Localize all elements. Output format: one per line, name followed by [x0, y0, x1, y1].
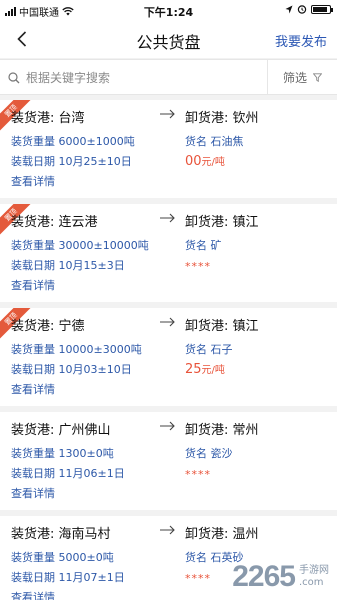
view-detail-link[interactable]: 查看详情 [11, 173, 55, 189]
cargo-list: 置顶 装货港: 台湾 卸货港: 钦州 装货重量 6000±1000吨 装载日期 … [0, 100, 337, 600]
status-bar: 中国联通 下午1:24 [0, 0, 337, 20]
view-detail-link[interactable]: 查看详情 [11, 277, 55, 293]
price-value: 00 [185, 154, 202, 169]
loading-date: 装载日期 10月25±10日 [11, 155, 132, 168]
navigation-bar: 公共货盘 我要发布 [0, 20, 337, 58]
watermark-number: 2265 [232, 560, 296, 593]
view-detail-link[interactable]: 查看详情 [11, 485, 55, 501]
publish-button[interactable]: 我要发布 [275, 31, 327, 50]
arrow-right-icon [160, 421, 175, 431]
filter-button[interactable]: 筛选 [267, 60, 337, 94]
view-detail-link[interactable]: 查看详情 [11, 381, 55, 397]
cargo-card[interactable]: 置顶 装货港: 宁德 卸货港: 镇江 装货重量 10000±3000吨 装载日期… [0, 308, 337, 406]
watermark-text: 手游网 .com [299, 565, 329, 589]
price-value: 25 [185, 362, 202, 377]
unloading-port: 卸货港: 镇江 [185, 215, 259, 230]
unloading-port: 卸货港: 钦州 [185, 111, 259, 126]
loading-port: 装货港: 连云港 [11, 215, 98, 230]
cargo-weight: 装货重量 1300±0吨 [11, 447, 114, 460]
cargo-name: 货名 石子 [185, 343, 233, 356]
arrow-right-icon [160, 317, 175, 327]
search-input[interactable] [26, 70, 246, 85]
price-unit: 元/吨 [201, 157, 225, 168]
cargo-name: 货名 石油焦 [185, 135, 244, 148]
loading-port: 装货港: 台湾 [11, 111, 85, 126]
filter-label: 筛选 [282, 70, 307, 85]
watermark-line2: .com [299, 577, 324, 588]
loading-port: 装货港: 广州佛山 [11, 423, 111, 438]
cargo-weight: 装货重量 5000±0吨 [11, 551, 114, 564]
cargo-name: 货名 矿 [185, 239, 222, 252]
loading-date: 装载日期 10月15±3日 [11, 259, 125, 272]
cargo-name: 货名 瓷沙 [185, 447, 233, 460]
cargo-weight: 装货重量 30000±10000吨 [11, 239, 149, 252]
cargo-weight: 装货重量 6000±1000吨 [11, 135, 135, 148]
loading-date: 装载日期 11月06±1日 [11, 467, 125, 480]
search-box [8, 64, 264, 91]
alarm-icon [297, 5, 307, 14]
arrow-right-icon [160, 525, 175, 535]
loading-port: 装货港: 海南马村 [11, 527, 111, 542]
filter-icon [313, 72, 322, 82]
cargo-price: 25元/吨 [185, 361, 225, 377]
watermark-line1: 手游网 [299, 565, 329, 576]
loading-date: 装载日期 10月03±10日 [11, 363, 132, 376]
cargo-weight: 装货重量 10000±3000吨 [11, 343, 142, 356]
view-detail-link[interactable]: 查看详情 [11, 589, 55, 600]
search-bar: 筛选 [0, 59, 337, 95]
battery-icon [311, 4, 333, 14]
arrow-right-icon [160, 109, 175, 119]
price-masked: **** [185, 260, 211, 273]
cargo-card[interactable]: 置顶 装货港: 连云港 卸货港: 镇江 装货重量 30000±10000吨 装载… [0, 204, 337, 302]
unloading-port: 卸货港: 常州 [185, 423, 259, 438]
search-icon [8, 71, 20, 83]
arrow-right-icon [160, 213, 175, 223]
status-right [285, 4, 333, 14]
cargo-price: 00元/吨 [185, 153, 225, 169]
price-unit: 元/吨 [201, 365, 225, 376]
unloading-port: 卸货港: 镇江 [185, 319, 259, 334]
cargo-card[interactable]: 置顶 装货港: 台湾 卸货港: 钦州 装货重量 6000±1000吨 装载日期 … [0, 100, 337, 198]
unloading-port: 卸货港: 温州 [185, 527, 259, 542]
price-masked: **** [185, 572, 211, 585]
cargo-card[interactable]: 装货港: 广州佛山 卸货港: 常州 装货重量 1300±0吨 装载日期 11月0… [0, 412, 337, 510]
price-masked: **** [185, 468, 211, 481]
loading-port: 装货港: 宁德 [11, 319, 85, 334]
location-icon [285, 5, 293, 13]
site-watermark: 2265 手游网 .com [232, 560, 329, 594]
loading-date: 装载日期 11月07±1日 [11, 571, 125, 584]
